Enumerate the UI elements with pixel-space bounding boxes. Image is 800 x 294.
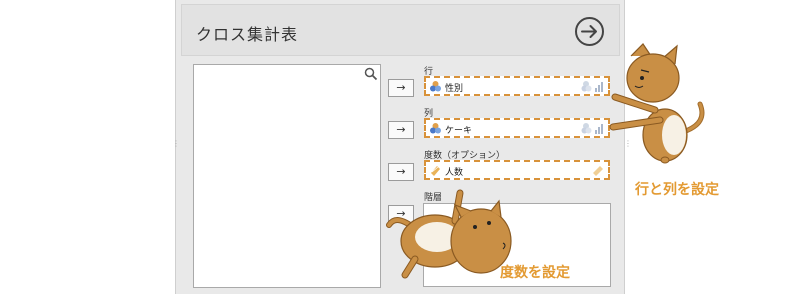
cat-pointing-illustration — [609, 43, 705, 164]
annotation-frequency: 度数を設定 — [500, 265, 570, 281]
nominal-variable-icon — [430, 81, 441, 92]
dialog-header: クロス集計表 — [181, 4, 620, 56]
cat-rolling-illustration — [386, 189, 512, 279]
run-arrow-icon[interactable] — [574, 16, 605, 47]
nominal-ordinal-icon — [581, 81, 603, 92]
row-move-button[interactable]: → — [388, 79, 414, 97]
search-icon[interactable] — [364, 67, 378, 81]
column-move-button[interactable]: → — [388, 121, 414, 139]
row-field[interactable]: 性別 — [424, 76, 610, 96]
continuous-variable-icon — [431, 166, 440, 176]
frequency-variable: 人数 — [445, 168, 464, 178]
nominal-ordinal-icon — [581, 123, 603, 134]
row-variable: 性別 — [445, 84, 464, 94]
frequency-move-button[interactable]: → — [388, 163, 414, 181]
continuous-type-icon — [593, 166, 603, 176]
column-field[interactable]: ケーキ — [424, 118, 610, 138]
nominal-variable-icon — [430, 123, 441, 134]
column-variable: ケーキ — [445, 126, 473, 136]
resize-handle-left[interactable]: ⋮ — [172, 140, 180, 148]
frequency-field[interactable]: 人数 — [424, 160, 610, 180]
dialog-title: クロス集計表 — [196, 25, 299, 44]
annotation-rows-columns: 行と列を設定 — [635, 182, 719, 198]
variable-list[interactable] — [193, 64, 381, 288]
